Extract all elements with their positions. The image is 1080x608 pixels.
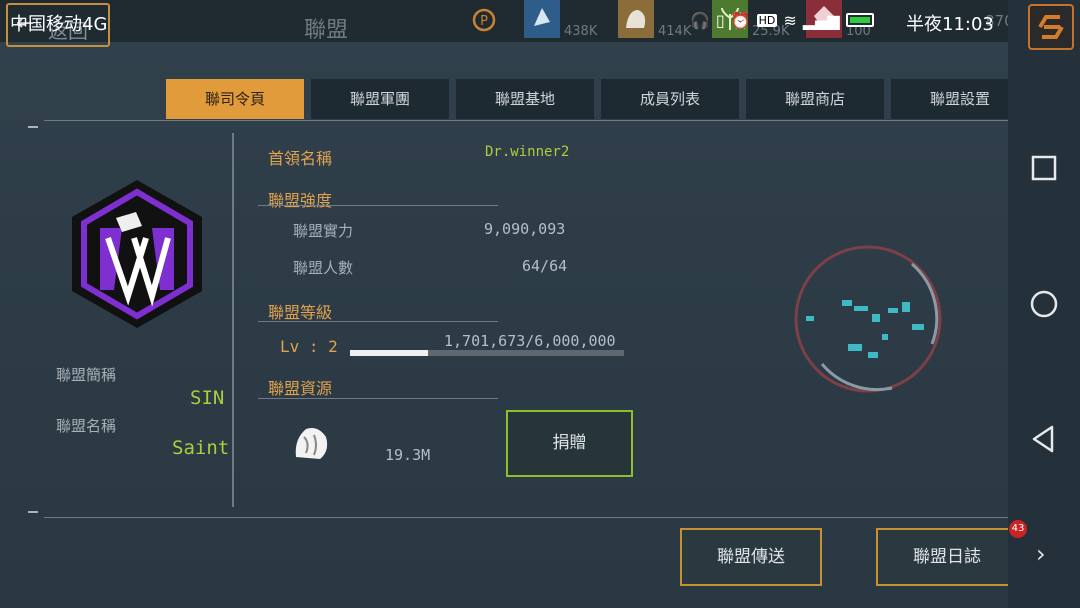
game-logo-icon[interactable]	[1028, 4, 1074, 50]
game-screen: ← 返回 聯盟 P 438K 414K 25.9K 100 870 聯司令頁 聯…	[0, 0, 1034, 608]
alliance-emblem	[72, 180, 202, 328]
gold-coin-icon[interactable]: P	[472, 8, 496, 32]
exp-progress-bar	[350, 350, 624, 356]
chevron-right-icon[interactable]: ›	[1036, 540, 1046, 568]
battery-icon	[845, 13, 874, 27]
vertical-divider	[232, 133, 234, 507]
tab-shop[interactable]: 聯盟商店	[746, 79, 884, 119]
wifi-icon: ≋	[783, 10, 797, 30]
logo-mark	[1038, 15, 1064, 39]
svg-text:P: P	[480, 14, 488, 29]
members-label: 聯盟人數	[293, 259, 354, 277]
headphones-icon: 🎧	[690, 10, 710, 30]
section-underline	[258, 205, 498, 206]
tab-members[interactable]: 成員列表	[601, 79, 739, 119]
tab-overview[interactable]: 聯司令頁	[166, 79, 304, 119]
power-value: 9,090,093	[484, 220, 566, 238]
tab-legion[interactable]: 聯盟軍團	[311, 79, 449, 119]
radar-map-icon	[794, 245, 942, 393]
members-value: 64/64	[522, 257, 568, 275]
frame-corner	[28, 511, 38, 513]
alarm-icon: ⏰	[730, 10, 751, 30]
exp-value: 1,701,673/6,000,000	[444, 332, 616, 350]
log-count-badge: 43	[1009, 520, 1027, 538]
resource-value: 19.3M	[385, 446, 431, 464]
top-divider	[44, 120, 1034, 121]
alliance-resource-icon	[295, 428, 328, 459]
alliance-log-button[interactable]: 聯盟日誌	[876, 528, 1018, 586]
bottom-divider	[44, 517, 1034, 518]
frame-corner	[28, 126, 38, 128]
system-nav-bar	[1008, 0, 1080, 608]
exp-progress-fill	[350, 350, 428, 356]
leader-label: 首領名稱	[268, 149, 333, 168]
strength-header: 聯盟強度	[268, 191, 333, 210]
short-name-label: 聯盟簡稱	[56, 366, 117, 384]
section-underline	[258, 398, 498, 399]
crystal-icon	[524, 0, 560, 38]
carrier-label: 中国移动4G	[10, 14, 108, 35]
stone-icon	[618, 0, 654, 38]
full-name-value: Saint	[172, 437, 230, 459]
hd-icon: HD	[756, 13, 778, 27]
section-underline	[258, 321, 498, 322]
short-name-value: SIN	[190, 387, 225, 409]
vibrate-icon: ▯	[715, 10, 725, 30]
back-nav-icon[interactable]	[1026, 421, 1062, 457]
teleport-button[interactable]: 聯盟傳送	[680, 528, 822, 586]
home-icon[interactable]	[1026, 286, 1062, 322]
full-name-label: 聯盟名稱	[56, 417, 117, 435]
level-header: 聯盟等級	[268, 303, 333, 322]
clock: 半夜11:03	[906, 14, 994, 35]
recent-apps-icon[interactable]	[1026, 150, 1062, 186]
signal-icon: ▂▄▆	[802, 10, 840, 30]
resource-header: 聯盟資源	[268, 379, 333, 398]
leader-name[interactable]: Dr.winner2	[485, 144, 569, 160]
page-title: 聯盟	[304, 18, 349, 43]
tab-base[interactable]: 聯盟基地	[456, 79, 594, 119]
power-label: 聯盟實力	[293, 222, 354, 240]
status-icons: 🎧 ▯ ⏰ HD ≋ ▂▄▆	[690, 8, 874, 32]
donate-button[interactable]: 捐贈	[506, 410, 633, 477]
level-value: Lv : 2	[280, 337, 338, 356]
